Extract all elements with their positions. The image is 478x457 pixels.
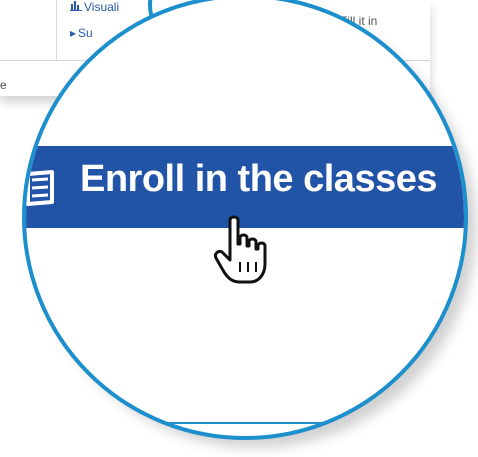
summary-label: Su — [78, 26, 93, 40]
table-divider — [106, 422, 406, 424]
book-icon — [26, 170, 54, 206]
caret-right-icon: ▸ — [70, 26, 77, 40]
hand-pointer-icon — [214, 215, 267, 284]
row-label-fragment: e — [0, 78, 7, 92]
summary-link[interactable]: ▸ Su — [70, 26, 93, 40]
bar-chart-icon — [70, 0, 82, 14]
visualize-link[interactable]: Visuali — [70, 0, 119, 14]
enroll-button-label: Enroll in the classes — [80, 158, 437, 200]
visualize-label: Visuali — [84, 0, 120, 14]
table-divider — [56, 0, 57, 60]
